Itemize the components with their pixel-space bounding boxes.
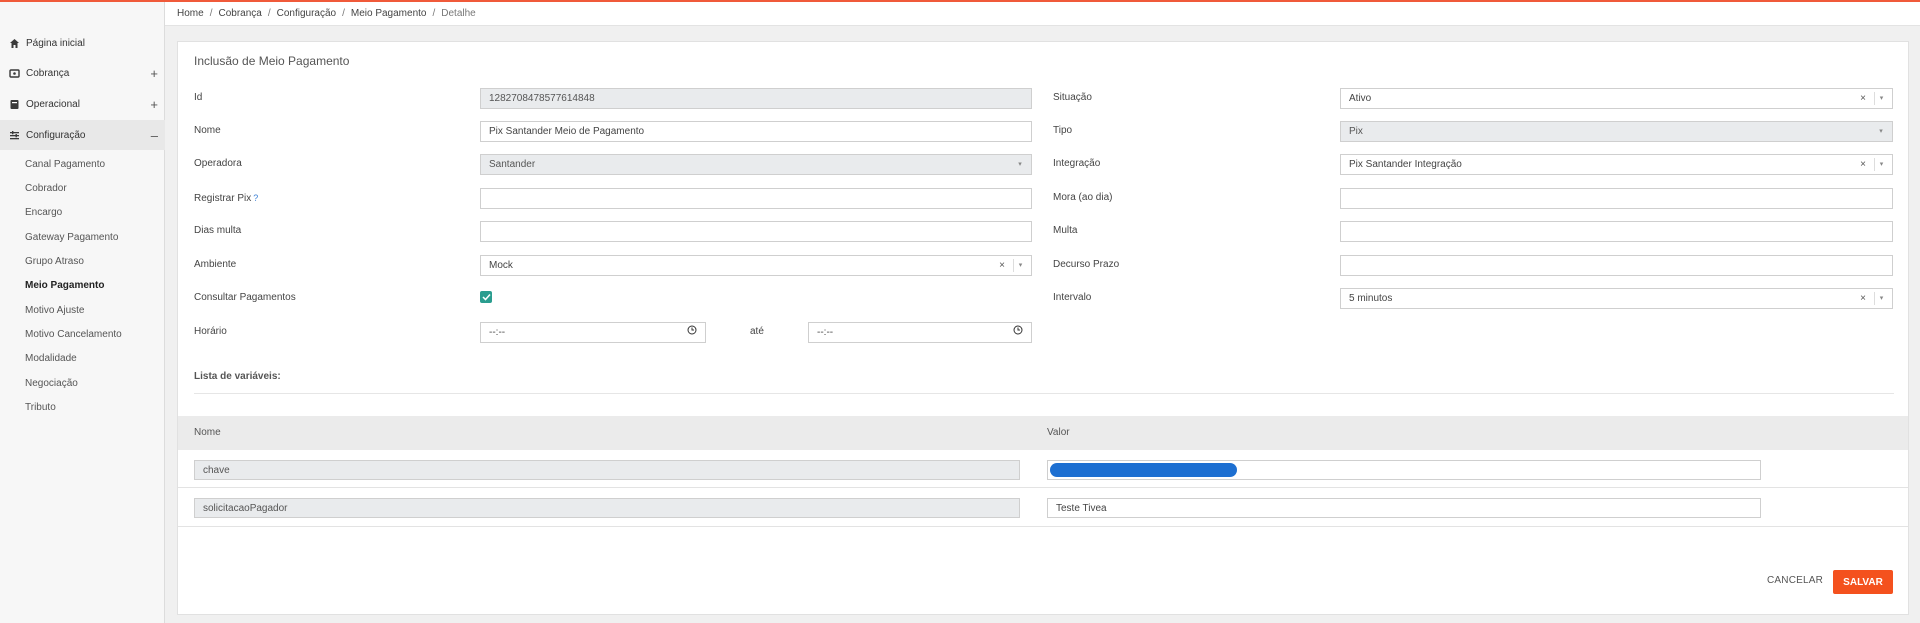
operational-icon	[9, 99, 20, 110]
clear-icon[interactable]: ×	[1860, 89, 1866, 108]
clear-icon[interactable]: ×	[1860, 155, 1866, 174]
mora-field[interactable]	[1340, 188, 1893, 209]
breadcrumb-configuracao[interactable]: Configuração	[277, 8, 336, 19]
sidebar-item-cobranca[interactable]: Cobrança +	[0, 58, 165, 88]
sidebar-item-label: Configuração	[26, 129, 86, 141]
sidebar-item-label: Cobrança	[26, 67, 70, 79]
expand-icon[interactable]: +	[150, 67, 158, 80]
cancel-button[interactable]: CANCELAR	[1767, 575, 1823, 586]
chevron-down-icon: ▾	[1018, 161, 1022, 168]
sidebar-subitem-current[interactable]: Meio Pagamento	[25, 279, 104, 293]
intervalo-select[interactable]: 5 minutos × ▾	[1340, 288, 1893, 309]
breadcrumb-separator: /	[267, 8, 271, 19]
clock-icon[interactable]	[1013, 323, 1023, 342]
collapse-icon[interactable]: –	[151, 129, 158, 142]
decurso-prazo-label: Decurso Prazo	[1053, 259, 1120, 270]
breadcrumb-home[interactable]: Home	[177, 8, 204, 19]
situacao-select[interactable]: Ativo × ▾	[1340, 88, 1893, 109]
sidebar-item-home[interactable]: Página inicial	[0, 28, 165, 58]
multa-label: Multa	[1053, 225, 1078, 236]
id-label: Id	[194, 92, 203, 103]
integracao-label: Integração	[1053, 158, 1101, 169]
variables-title: Lista de variáveis:	[194, 371, 281, 382]
registrar-pix-label-text: Registrar Pix	[194, 193, 252, 204]
ambiente-label: Ambiente	[194, 259, 237, 270]
check-icon	[481, 293, 491, 301]
sidebar-item-label: Página inicial	[26, 37, 85, 49]
breadcrumb-separator: /	[209, 8, 213, 19]
horario-from-field[interactable]: --:--	[480, 322, 706, 343]
horario-label: Horário	[194, 326, 227, 337]
consultar-pagamentos-label: Consultar Pagamentos	[194, 292, 296, 303]
billing-icon	[9, 68, 20, 79]
help-icon[interactable]: ?	[253, 193, 258, 203]
situacao-label: Situação	[1053, 92, 1092, 103]
sidebar-subitem[interactable]: Tributo	[25, 401, 56, 415]
registrar-pix-field[interactable]	[480, 188, 1032, 209]
clock-icon[interactable]	[687, 323, 697, 342]
breadcrumb: Home / Cobrança / Configuração / Meio Pa…	[165, 2, 1920, 26]
sidebar-subitem[interactable]: Motivo Cancelamento	[25, 328, 122, 342]
decurso-prazo-field[interactable]	[1340, 255, 1893, 276]
intervalo-label: Intervalo	[1053, 292, 1092, 303]
tipo-select: Pix ▾	[1340, 121, 1893, 142]
redaction-mark	[1050, 463, 1237, 477]
form-panel: Inclusão de Meio Pagamento Id 1282708478…	[177, 41, 1909, 615]
consultar-pagamentos-checkbox[interactable]	[480, 291, 492, 303]
expand-icon[interactable]: +	[150, 98, 158, 111]
variable-name-field: chave	[194, 460, 1020, 480]
operadora-select: Santander ▾	[480, 154, 1032, 175]
sidebar-subitem[interactable]: Cobrador	[25, 182, 67, 196]
breadcrumb-separator: /	[432, 8, 436, 19]
sidebar-item-label: Operacional	[26, 98, 80, 110]
id-field: 1282708478577614848	[480, 88, 1032, 109]
nome-label: Nome	[194, 125, 221, 136]
chevron-down-icon[interactable]: ▾	[1874, 158, 1884, 171]
chevron-down-icon[interactable]: ▾	[1013, 259, 1023, 272]
registrar-pix-label: Registrar Pix?	[194, 188, 258, 208]
variable-name-field: solicitacaoPagador	[194, 498, 1020, 518]
sidebar-subitem[interactable]: Modalidade	[25, 352, 77, 366]
sidebar-subitem[interactable]: Encargo	[25, 206, 62, 220]
sidebar-subitem[interactable]: Grupo Atraso	[25, 255, 84, 269]
page-title: Inclusão de Meio Pagamento	[194, 54, 350, 68]
divider	[194, 393, 1894, 394]
sidebar: Página inicial Cobrança + Operacional + …	[0, 2, 165, 623]
breadcrumb-current: Detalhe	[441, 8, 476, 19]
save-button[interactable]: SALVAR	[1833, 570, 1893, 594]
sidebar-subitem[interactable]: Gateway Pagamento	[25, 231, 118, 245]
breadcrumb-cobranca[interactable]: Cobrança	[218, 8, 261, 19]
variables-table-header: Nome Valor	[178, 416, 1908, 450]
table-row: solicitacaoPagador Teste Tivea	[178, 489, 1908, 527]
dias-multa-field[interactable]	[480, 221, 1032, 242]
mora-label: Mora (ao dia)	[1053, 192, 1113, 203]
integracao-select[interactable]: Pix Santander Integração × ▾	[1340, 154, 1893, 175]
sidebar-subitem[interactable]: Canal Pagamento	[25, 158, 105, 172]
operadora-label: Operadora	[194, 158, 242, 169]
column-header-valor: Valor	[1047, 427, 1070, 438]
variable-value-field[interactable]: Teste Tivea	[1047, 498, 1761, 518]
chevron-down-icon[interactable]: ▾	[1874, 292, 1884, 305]
breadcrumb-separator: /	[342, 8, 345, 19]
chevron-down-icon[interactable]: ▾	[1874, 92, 1884, 105]
sidebar-subitem[interactable]: Motivo Ajuste	[25, 304, 84, 318]
home-icon	[9, 38, 20, 49]
multa-field[interactable]	[1340, 221, 1893, 242]
dias-multa-label: Dias multa	[194, 225, 242, 236]
clear-icon[interactable]: ×	[1860, 289, 1866, 308]
ambiente-select[interactable]: Mock × ▾	[480, 255, 1032, 276]
sidebar-item-operacional[interactable]: Operacional +	[0, 89, 165, 119]
column-header-nome: Nome	[194, 427, 221, 438]
nome-field[interactable]: Pix Santander Meio de Pagamento	[480, 121, 1032, 142]
breadcrumb-meio-pagamento[interactable]: Meio Pagamento	[351, 8, 427, 19]
tipo-label: Tipo	[1053, 125, 1073, 136]
horario-to-field[interactable]: --:--	[808, 322, 1032, 343]
sidebar-subitem[interactable]: Negociação	[25, 377, 78, 391]
chevron-down-icon: ▾	[1879, 128, 1883, 135]
ate-label: até	[750, 326, 764, 337]
clear-icon[interactable]: ×	[999, 256, 1005, 275]
sidebar-item-configuracao[interactable]: Configuração –	[0, 120, 165, 150]
settings-list-icon	[9, 130, 20, 141]
table-row: chave	[178, 450, 1908, 488]
